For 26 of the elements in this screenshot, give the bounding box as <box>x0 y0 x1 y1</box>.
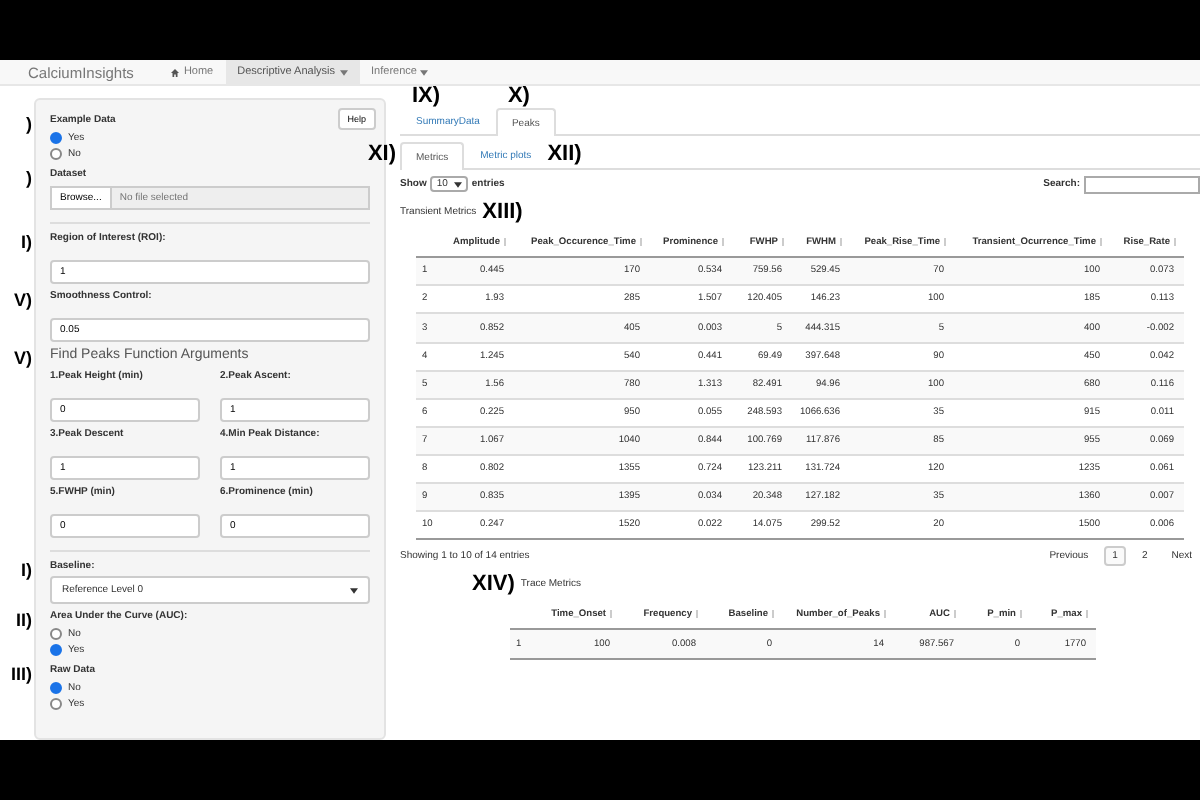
radio-button[interactable] <box>50 644 62 656</box>
annotation-label: I) <box>21 560 32 580</box>
annotation-label: XIV) <box>472 572 515 597</box>
radio-button[interactable] <box>50 628 62 640</box>
caret-icon <box>350 587 358 593</box>
annotation-label: II) <box>16 610 32 630</box>
home-icon <box>169 67 180 77</box>
annotation-label: III) <box>11 664 32 684</box>
annotation-label: ) <box>26 168 32 188</box>
annotation-label: ) <box>26 114 32 134</box>
annotation-label: XIII) <box>482 200 523 224</box>
annotation-label: I) <box>21 232 32 252</box>
caret-icon <box>339 69 348 75</box>
annotation-label: XI) <box>367 142 396 166</box>
annotation-label: V) <box>14 290 32 310</box>
radio-button[interactable] <box>50 698 62 710</box>
caret-icon <box>420 69 429 75</box>
annotation-label: X) <box>507 84 530 108</box>
annotation-label: V) <box>14 348 32 368</box>
annotation-label: IX) <box>412 84 441 108</box>
radio-button[interactable] <box>50 148 62 160</box>
radio-button[interactable] <box>50 682 62 694</box>
radio-button[interactable] <box>50 132 62 144</box>
search-field[interactable] <box>1084 175 1200 193</box>
caret-icon <box>453 181 462 187</box>
annotation-label: XII) <box>547 142 582 166</box>
